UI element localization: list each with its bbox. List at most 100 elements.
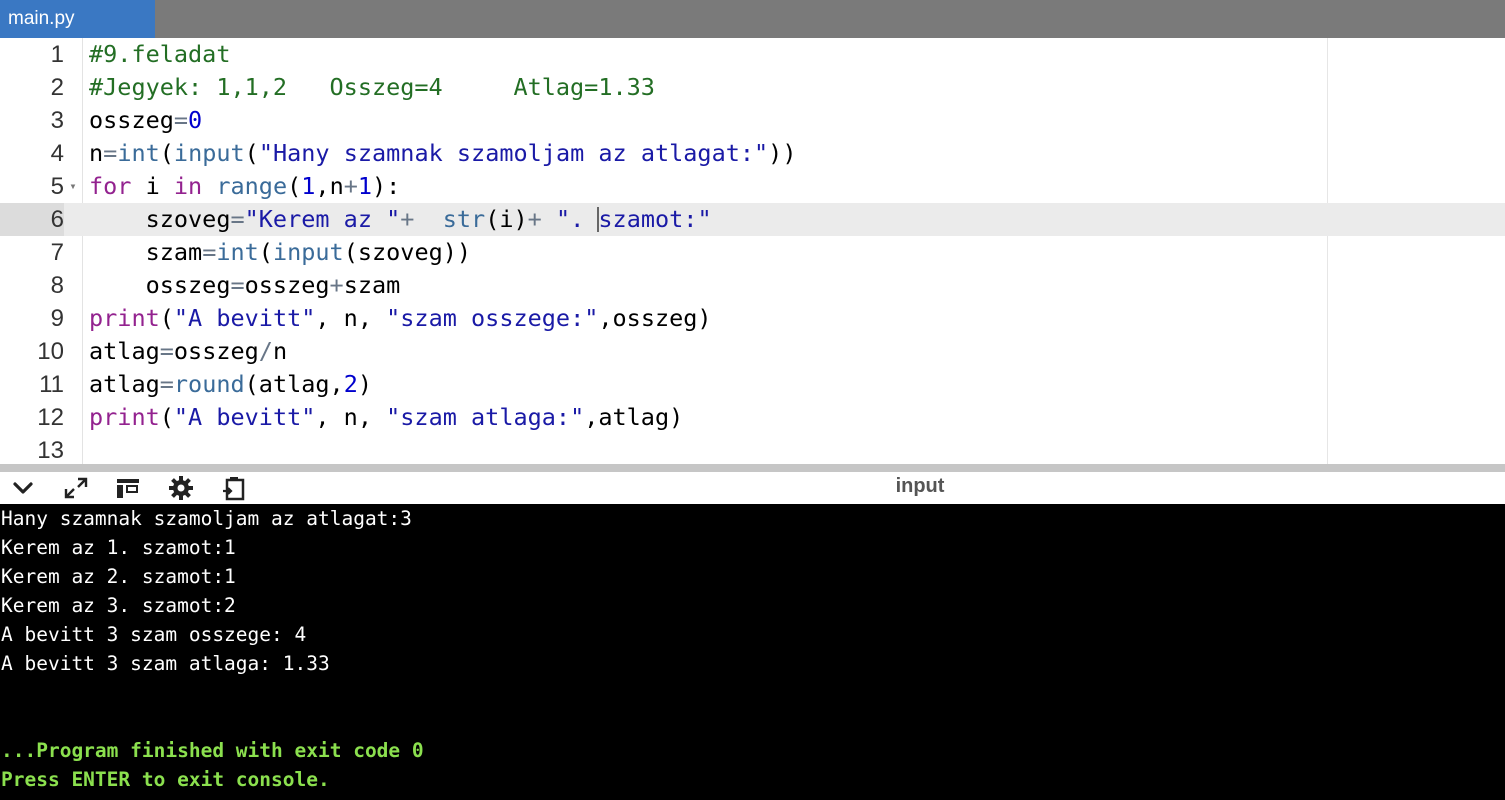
code-line[interactable]: 7 szam=int(input(szoveg)) [0,236,1505,269]
code-text: atlag=osszeg/n [89,335,287,368]
line-number: 13 [37,437,64,464]
code-text: for i in range(1,n+1): [89,170,400,203]
code-token: / [258,337,273,365]
code-token: atlag [89,370,160,398]
code-text: print("A bevitt", n, "szam atlaga:",atla… [89,401,683,434]
console-line: Kerem az 2. szamot:1 [1,565,236,588]
code-text: atlag=round(atlag,2) [89,368,372,401]
code-token: for [89,172,132,200]
line-number: 1 [50,41,64,68]
code-token: "szam atlaga:" [386,403,585,431]
code-token: "Hany szamnak szamoljam az atlagat:" [258,139,769,167]
code-text: #9.feladat [89,38,230,71]
line-number: 3 [50,107,64,134]
console-line: A bevitt 3 szam osszege: 4 [1,623,307,646]
code-token: int [117,139,160,167]
code-text: print("A bevitt", n, "szam osszege:",oss… [89,302,712,335]
expand-icon [64,477,88,499]
console-line: Kerem az 1. szamot:1 [1,536,236,559]
code-token: = [103,139,118,167]
code-line[interactable]: 10 atlag=osszeg/n [0,335,1505,368]
code-token: osszeg [173,337,259,365]
code-token: szoveg [89,205,231,233]
code-token: "A bevitt" [173,304,316,332]
line-number: 8 [50,272,64,299]
tab-main-py[interactable]: main.py [0,0,155,38]
console-output[interactable]: Hany szamnak szamoljam az atlagat:3 Kerem… [0,504,1505,800]
code-token: 2 [343,370,358,398]
code-token: ( [159,304,174,332]
code-token: int [216,238,259,266]
expand-button[interactable] [61,475,91,501]
code-token: atlag [89,337,160,365]
code-line[interactable]: 4 n=int(input("Hany szamnak szamoljam az … [0,137,1505,170]
code-token: ,n [315,172,344,200]
code-token: (szoveg)) [343,238,472,266]
layout-icon [117,479,139,498]
code-text: szoveg="Kerem az "+ str(i)+ ". szamot:" [89,203,712,236]
code-token: osszeg [89,271,231,299]
code-token: + [329,271,344,299]
console-line: Hany szamnak szamoljam az atlagat:3 [1,507,412,530]
fold-toggle-icon[interactable]: ▾ [66,170,80,203]
code-token: = [159,370,174,398]
code-token: + [527,205,542,233]
code-token: 0 [188,106,203,134]
code-line[interactable]: 12 print("A bevitt", n, "szam atlaga:",at… [0,401,1505,434]
console-line: Kerem az 3. szamot:2 [1,594,236,617]
panel-splitter[interactable] [0,464,1505,472]
code-token: szam [89,238,203,266]
line-number: 4 [50,140,64,167]
code-token: input [173,139,245,167]
code-token: in [173,172,203,200]
console-line: A bevitt 3 szam atlaga: 1.33 [1,652,330,675]
settings-button[interactable] [166,475,196,501]
code-token: range [216,172,288,200]
line-number: 10 [37,338,64,365]
code-token: + [400,205,415,233]
clipboard-button[interactable] [219,475,249,501]
code-line[interactable]: 9 print("A bevitt", n, "szam osszege:",os… [0,302,1505,335]
code-editor[interactable]: 1 #9.feladat 2 #Jegyek: 1,1,2 Osszeg=4 Atla… [0,38,1505,464]
code-token: szamot:" [598,205,712,233]
code-token: print [89,304,160,332]
gear-icon [169,476,193,500]
line-number: 11 [39,371,64,398]
code-token: #Jegyek: 1,1,2 Osszeg=4 Atlag=1.33 [89,73,655,101]
code-line[interactable]: 8 osszeg=osszeg+szam [0,269,1505,302]
code-token: "Kerem az " [244,205,401,233]
code-line[interactable]: 13 [0,434,1505,464]
code-token: , n, [315,304,387,332]
layout-button[interactable] [113,475,143,501]
code-token: = [173,106,189,134]
code-token: input [272,238,344,266]
line-number: 9 [50,305,64,332]
code-line[interactable]: 2 #Jegyek: 1,1,2 Osszeg=4 Atlag=1.33 [0,71,1505,104]
code-token: (atlag, [244,370,344,398]
code-token: osszeg [244,271,330,299]
console-status-line: ...Program finished with exit code 0 [1,739,424,762]
code-token: ( [287,172,302,200]
code-token: #9.feladat [89,40,231,68]
code-line[interactable]: 5 ▾ for i in range(1,n+1): [0,170,1505,203]
code-token: = [230,271,245,299]
code-token: ): [372,172,401,200]
console-toolbar: input [0,472,1505,504]
code-line[interactable]: 6 szoveg="Kerem az "+ str(i)+ ". szamot:… [0,203,1505,236]
line-number: 2 [50,74,64,101]
code-token: ( [244,139,259,167]
code-line[interactable]: 11 atlag=round(atlag,2) [0,368,1505,401]
code-token: print [89,403,160,431]
code-token: ". [555,205,599,233]
code-token: ( [159,403,174,431]
collapse-button[interactable] [8,475,38,501]
code-token: ,atlag) [584,403,684,431]
code-token: , n, [315,403,387,431]
code-token: ,osszeg) [598,304,712,332]
code-line[interactable]: 3 osszeg=0 [0,104,1505,137]
code-token: )) [768,139,797,167]
code-line[interactable]: 1 #9.feladat [0,38,1505,71]
